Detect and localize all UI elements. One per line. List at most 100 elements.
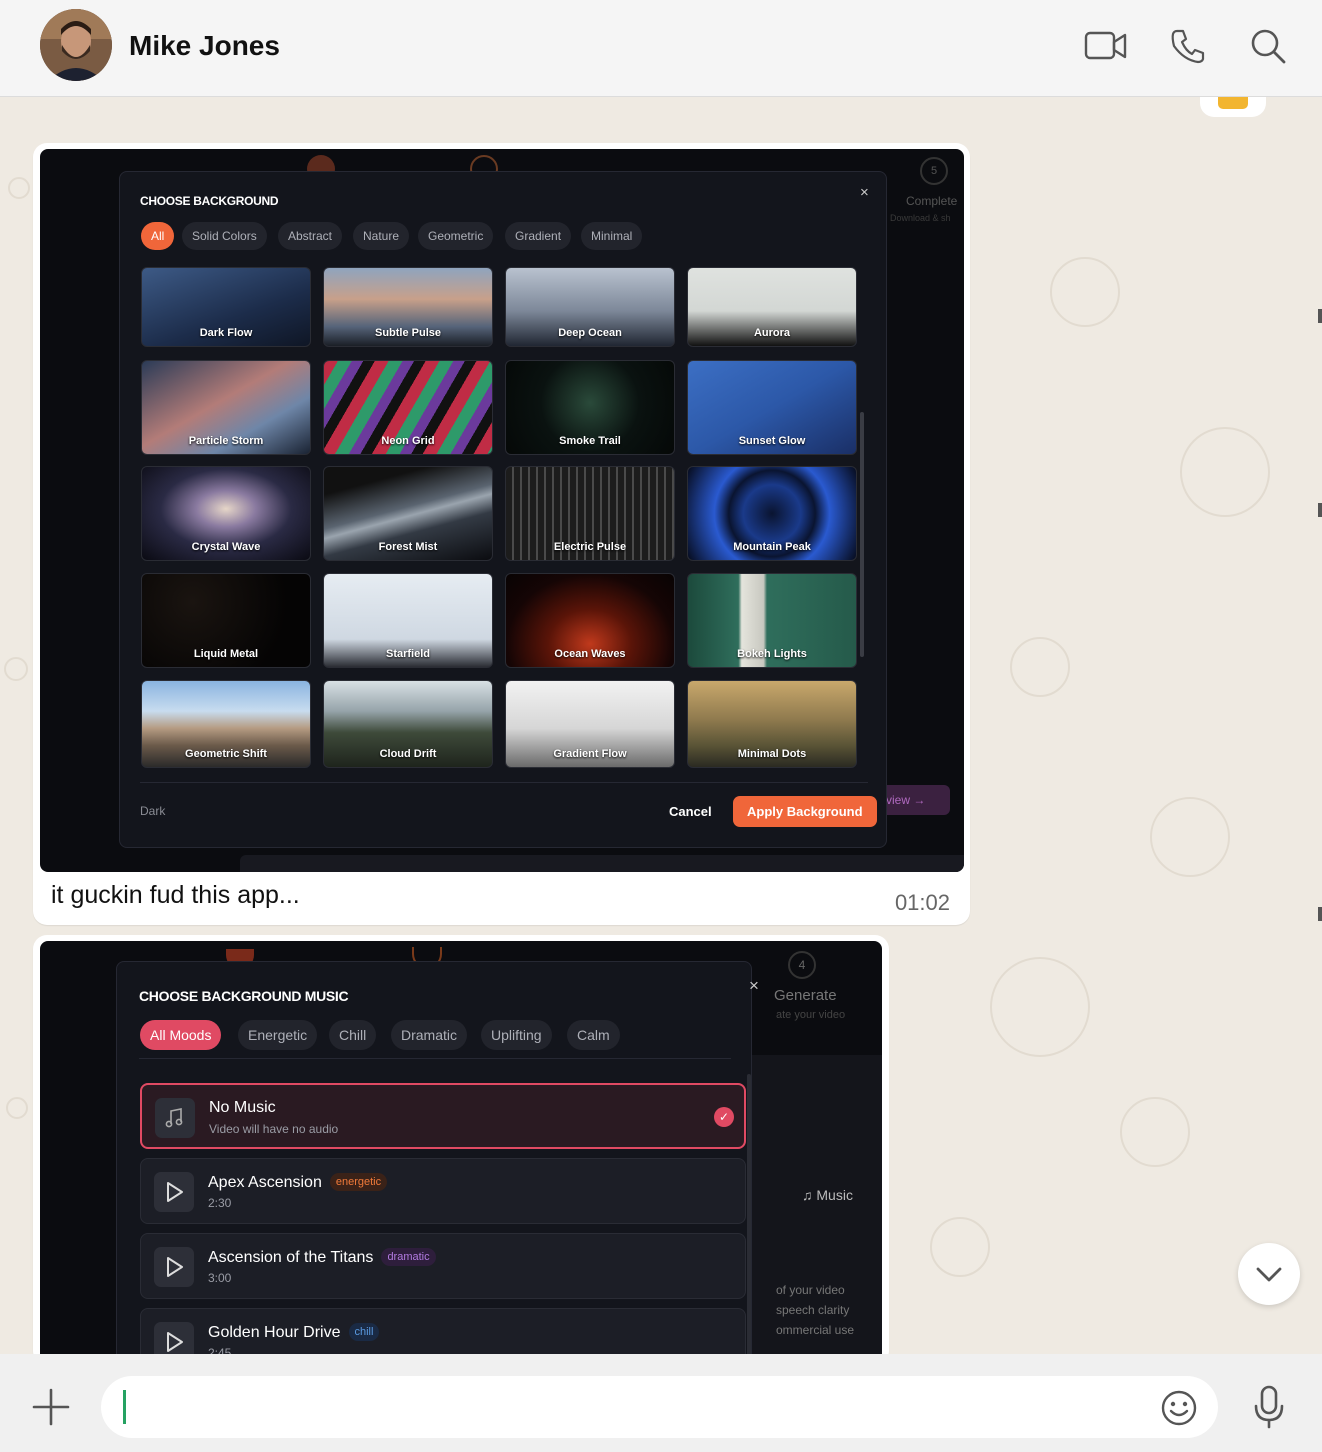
bg-step-4-sub: ate your video	[776, 1009, 846, 1021]
message-input[interactable]	[101, 1376, 1218, 1438]
track-name: Ascension of the Titans	[208, 1249, 374, 1266]
modal-title: CHOOSE BACKGROUND	[140, 194, 279, 208]
emoji-icon[interactable]	[1159, 1388, 1199, 1428]
tile-label: Electric Pulse	[553, 541, 627, 553]
window-edge-mark	[1318, 907, 1322, 921]
modal-title: CHOOSE BACKGROUND MUSIC	[139, 988, 349, 1004]
music-track[interactable]: Golden Hour Drive chill 2:45	[140, 1308, 746, 1354]
play-icon[interactable]	[154, 1172, 194, 1212]
background-tile[interactable]: Sunset Glow	[687, 360, 857, 455]
choose-music-modal: CHOOSE BACKGROUND MUSIC × All Moods Ener…	[116, 961, 759, 1354]
message-image[interactable]: 4 Generate ate your video ♫ Music of you…	[40, 941, 882, 1354]
background-tile[interactable]: Crystal Wave	[141, 466, 311, 561]
bg-line: of your video	[776, 1283, 845, 1297]
background-tile[interactable]: Gradient Flow	[505, 680, 675, 768]
modal-divider	[139, 1058, 731, 1059]
background-tile[interactable]: Deep Ocean	[505, 267, 675, 347]
background-tile[interactable]: Aurora	[687, 267, 857, 347]
mood-chip-all[interactable]: All Moods	[140, 1020, 222, 1050]
video-call-icon[interactable]	[1084, 26, 1128, 66]
background-tile[interactable]: Bokeh Lights	[687, 573, 857, 668]
background-tile[interactable]: Geometric Shift	[141, 680, 311, 768]
tile-label: Geometric Shift	[185, 748, 267, 760]
voice-call-icon[interactable]	[1168, 26, 1212, 66]
bg-music-label: ♫ Music	[802, 1187, 853, 1203]
bg-step-5-label: Complete	[906, 194, 958, 208]
mood-chip-uplifting[interactable]: Uplifting	[481, 1020, 552, 1050]
image-message[interactable]: 4 Generate ate your video ♫ Music of you…	[33, 935, 889, 1354]
tile-label: Starfield	[385, 648, 430, 660]
background-tile[interactable]: Mountain Peak	[687, 466, 857, 561]
cancel-button[interactable]: Cancel	[669, 804, 712, 819]
previous-reaction-bubble	[1200, 97, 1266, 117]
background-tile[interactable]: Electric Pulse	[505, 466, 675, 561]
wallpaper-doodle	[1050, 257, 1120, 327]
filter-chip-abstract[interactable]: Abstract	[278, 222, 343, 250]
mood-chip-dramatic[interactable]: Dramatic	[391, 1020, 468, 1050]
background-tile[interactable]: Particle Storm	[141, 360, 311, 455]
chat-area[interactable]: 5 Complete Download & sh view → CHOOSE B…	[0, 97, 1322, 1354]
mood-tag: dramatic	[381, 1248, 436, 1266]
background-tile[interactable]: Forest Mist	[323, 466, 493, 561]
play-icon[interactable]	[154, 1247, 194, 1287]
attach-plus-icon[interactable]	[30, 1386, 72, 1428]
bg-panel	[240, 855, 964, 872]
track-duration: 3:00	[208, 1271, 232, 1285]
tile-label: Cloud Drift	[379, 748, 437, 760]
wallpaper-doodle	[4, 657, 28, 681]
text-caret	[123, 1390, 126, 1424]
message-image[interactable]: 5 Complete Download & sh view → CHOOSE B…	[40, 149, 964, 872]
music-track[interactable]: Ascension of the Titans dramatic 3:00	[140, 1233, 746, 1299]
composer-bar	[0, 1354, 1322, 1452]
scroll-to-bottom-button[interactable]	[1238, 1243, 1300, 1305]
filter-chip-geometric[interactable]: Geometric	[418, 222, 494, 250]
window-edge-mark	[1318, 309, 1322, 323]
background-tile[interactable]: Ocean Waves	[505, 573, 675, 668]
background-tile[interactable]: Minimal Dots	[687, 680, 857, 768]
background-tile[interactable]: Liquid Metal	[141, 573, 311, 668]
mood-chip-energetic[interactable]: Energetic	[238, 1020, 318, 1050]
background-tile[interactable]: Neon Grid	[323, 360, 493, 455]
choose-background-modal: CHOOSE BACKGROUND × All Solid Colors Abs…	[119, 171, 887, 848]
background-tile[interactable]: Subtle Pulse	[323, 267, 493, 347]
emoji-icon	[1218, 97, 1248, 109]
track-name: Golden Hour Drive	[208, 1324, 341, 1341]
filter-chip-minimal[interactable]: Minimal	[581, 222, 643, 250]
filter-chip-gradient[interactable]: Gradient	[505, 222, 572, 250]
mood-chip-chill[interactable]: Chill	[329, 1020, 377, 1050]
wallpaper-doodle	[930, 1217, 990, 1277]
filter-chip-nature[interactable]: Nature	[353, 222, 410, 250]
tile-label: Sunset Glow	[738, 435, 806, 447]
play-icon[interactable]	[154, 1322, 194, 1354]
contact-avatar[interactable]	[40, 9, 112, 81]
bg-music-text: Music	[816, 1187, 853, 1203]
music-track[interactable]: Apex Ascension energetic 2:30	[140, 1158, 746, 1224]
wallpaper-doodle	[1180, 427, 1270, 517]
tile-label: Ocean Waves	[554, 648, 626, 660]
bg-line: ommercial use	[776, 1323, 855, 1337]
background-tile[interactable]: Smoke Trail	[505, 360, 675, 455]
image-message[interactable]: 5 Complete Download & sh view → CHOOSE B…	[33, 143, 970, 925]
background-tile[interactable]: Cloud Drift	[323, 680, 493, 768]
background-tile[interactable]: Dark Flow	[141, 267, 311, 347]
search-icon[interactable]	[1248, 26, 1292, 66]
music-track[interactable]: No Music Video will have no audio ✓	[140, 1083, 746, 1149]
contact-name[interactable]: Mike Jones	[129, 30, 280, 62]
track-meta: Video will have no audio	[209, 1122, 339, 1136]
close-icon[interactable]: ×	[749, 976, 759, 996]
selected-check-icon: ✓	[714, 1107, 734, 1127]
filter-chip-all[interactable]: All	[141, 222, 175, 250]
background-tile[interactable]: Starfield	[323, 573, 493, 668]
track-name: Apex Ascension	[208, 1174, 322, 1191]
mood-chip-calm[interactable]: Calm	[567, 1020, 620, 1050]
track-duration: 2:45	[208, 1346, 232, 1354]
selected-background-label: Dark	[140, 804, 166, 818]
modal-scrollbar[interactable]	[747, 1074, 751, 1354]
tile-label: Mountain Peak	[733, 541, 811, 553]
apply-background-button[interactable]: Apply Background	[733, 796, 877, 827]
microphone-icon[interactable]	[1248, 1384, 1290, 1430]
wallpaper-doodle	[1150, 797, 1230, 877]
filter-chip-solid-colors[interactable]: Solid Colors	[182, 222, 267, 250]
close-icon[interactable]: ×	[860, 184, 869, 201]
modal-scrollbar[interactable]	[860, 412, 864, 657]
